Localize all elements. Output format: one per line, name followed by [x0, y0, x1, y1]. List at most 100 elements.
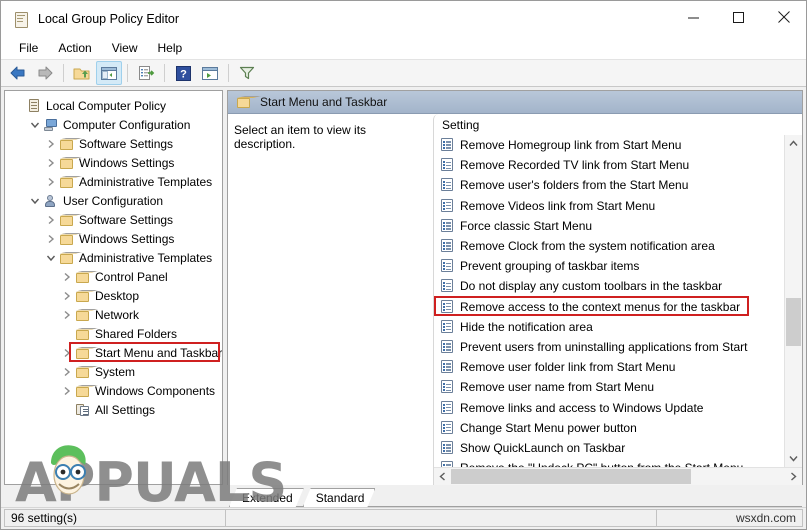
folder-icon [59, 137, 75, 151]
chevron-down-icon[interactable] [43, 250, 59, 266]
menu-file[interactable]: File [9, 39, 48, 57]
tree-item-administrative-templates[interactable]: Administrative Templates [5, 172, 222, 191]
setting-row[interactable]: Change Start Menu power button [434, 418, 784, 438]
setting-label: Hide the notification area [460, 319, 593, 334]
policy-setting-icon [440, 198, 454, 213]
chevron-right-icon[interactable] [43, 212, 59, 228]
title-bar: Local Group Policy Editor [1, 1, 806, 37]
up-one-level-icon[interactable] [69, 61, 95, 85]
settings-list-pane[interactable]: Setting Remove Homegroup link from Start… [433, 114, 802, 485]
show-hide-tree-icon[interactable] [96, 61, 122, 85]
setting-row[interactable]: Remove user folder link from Start Menu [434, 357, 784, 377]
local-group-policy-editor-window: Local Group Policy Editor File Action Vi… [0, 0, 807, 530]
export-list-icon[interactable] [133, 61, 159, 85]
tree-item-computer-configuration[interactable]: Computer Configuration [5, 115, 222, 134]
setting-row[interactable]: Remove user's folders from the Start Men… [434, 175, 784, 195]
chevron-down-icon[interactable] [27, 193, 43, 209]
setting-label: Remove Recorded TV link from Start Menu [460, 158, 690, 173]
vertical-scroll-track[interactable] [785, 152, 802, 450]
menu-view[interactable]: View [102, 39, 148, 57]
tree-item-desktop[interactable]: Desktop [5, 286, 222, 305]
setting-row[interactable]: Remove links and access to Windows Updat… [434, 397, 784, 417]
tree-item-software-settings[interactable]: Software Settings [5, 134, 222, 153]
vertical-scroll-thumb[interactable] [786, 298, 801, 346]
chevron-right-icon[interactable] [43, 155, 59, 171]
menu-help[interactable]: Help [148, 39, 193, 57]
tree-item-icon [59, 175, 75, 189]
tree-item-network[interactable]: Network [5, 305, 222, 324]
tree-item-icon [59, 232, 75, 246]
menu-action[interactable]: Action [48, 39, 101, 57]
settings-column-header[interactable]: Setting [434, 114, 802, 135]
settings-horizontal-scrollbar[interactable] [434, 467, 802, 485]
chevron-right-icon[interactable] [59, 288, 75, 304]
toolbar: ? [1, 59, 806, 87]
chevron-right-icon[interactable] [43, 174, 59, 190]
setting-row[interactable]: Remove Videos link from Start Menu [434, 196, 784, 216]
setting-row[interactable]: Show QuickLaunch on Taskbar [434, 438, 784, 458]
maximize-button[interactable] [716, 1, 761, 33]
tree-item-label: Network [95, 307, 140, 322]
setting-row[interactable]: Prevent users from uninstalling applicat… [434, 337, 784, 357]
setting-label: Prevent users from uninstalling applicat… [460, 339, 748, 354]
policy-setting-icon [440, 239, 454, 253]
setting-row[interactable]: Remove the "Undock PC" button from the S… [434, 458, 784, 467]
chevron-right-icon[interactable] [785, 468, 802, 485]
chevron-right-icon[interactable] [43, 136, 59, 152]
tree-item-local-computer-policy[interactable]: Local Computer Policy [5, 96, 222, 115]
chevron-right-icon[interactable] [59, 364, 75, 380]
tab-extended[interactable]: Extended [229, 488, 304, 507]
console-tree-pane[interactable]: Local Computer Policy Computer Configurat… [4, 90, 223, 485]
chevron-down-icon[interactable] [27, 117, 43, 133]
chevron-left-icon[interactable] [434, 468, 451, 485]
tree-item-windows-settings[interactable]: Windows Settings [5, 229, 222, 248]
back-icon[interactable] [5, 61, 31, 85]
tree-item-icon [27, 98, 42, 113]
toolbar-separator [228, 64, 229, 82]
policy-setting-icon [440, 380, 454, 394]
tab-standard[interactable]: Standard [303, 488, 376, 507]
chevron-up-icon[interactable] [785, 135, 802, 152]
tree-item-control-panel[interactable]: Control Panel [5, 267, 222, 286]
setting-label: Remove Clock from the system notificatio… [460, 239, 715, 254]
tree-item-user-configuration[interactable]: User Configuration [5, 191, 222, 210]
setting-row[interactable]: Remove access to the context menus for t… [434, 295, 784, 317]
setting-row[interactable]: Force classic Start Menu [434, 216, 784, 236]
tree-item-all-settings[interactable]: All Settings [5, 400, 222, 419]
chevron-right-icon[interactable] [59, 345, 75, 361]
tree-item-software-settings[interactable]: Software Settings [5, 210, 222, 229]
setting-row[interactable]: Remove Homegroup link from Start Menu [434, 135, 784, 155]
horizontal-scroll-track[interactable] [451, 468, 785, 485]
setting-row[interactable]: Hide the notification area [434, 317, 784, 337]
close-button[interactable] [761, 1, 806, 33]
setting-row[interactable]: Remove user name from Start Menu [434, 377, 784, 397]
help-icon[interactable]: ? [170, 61, 196, 85]
tree-item-system[interactable]: System [5, 362, 222, 381]
tree-item-windows-settings[interactable]: Windows Settings [5, 153, 222, 172]
chevron-right-icon[interactable] [43, 231, 59, 247]
folder-icon [75, 365, 91, 379]
filter-icon[interactable] [234, 61, 260, 85]
setting-row[interactable]: Do not display any custom toolbars in th… [434, 276, 784, 296]
properties-icon[interactable] [197, 61, 223, 85]
tree-item-administrative-templates[interactable]: Administrative Templates [5, 248, 222, 267]
chevron-right-icon[interactable] [59, 307, 75, 323]
tree-item-shared-folders[interactable]: Shared Folders [5, 324, 222, 343]
chevron-right-icon[interactable] [59, 383, 75, 399]
chevron-down-icon[interactable] [785, 450, 802, 467]
policy-scroll-icon [13, 11, 29, 28]
minimize-button[interactable] [671, 1, 716, 33]
setting-row[interactable]: Prevent grouping of taskbar items [434, 256, 784, 276]
setting-row[interactable]: Remove Recorded TV link from Start Menu [434, 155, 784, 175]
horizontal-scroll-thumb[interactable] [451, 469, 692, 484]
tree-item-windows-components[interactable]: Windows Components [5, 381, 222, 400]
toolbar-separator [127, 64, 128, 82]
tree-item-start-menu-and-taskbar[interactable]: Start Menu and Taskbar [5, 342, 222, 362]
svg-text:?: ? [180, 68, 187, 80]
chevron-right-icon[interactable] [59, 269, 75, 285]
tree-item-icon [59, 251, 75, 265]
setting-row[interactable]: Remove Clock from the system notificatio… [434, 236, 784, 256]
forward-icon[interactable] [32, 61, 58, 85]
settings-vertical-scrollbar[interactable] [784, 135, 802, 467]
details-header: Start Menu and Taskbar [228, 91, 802, 114]
